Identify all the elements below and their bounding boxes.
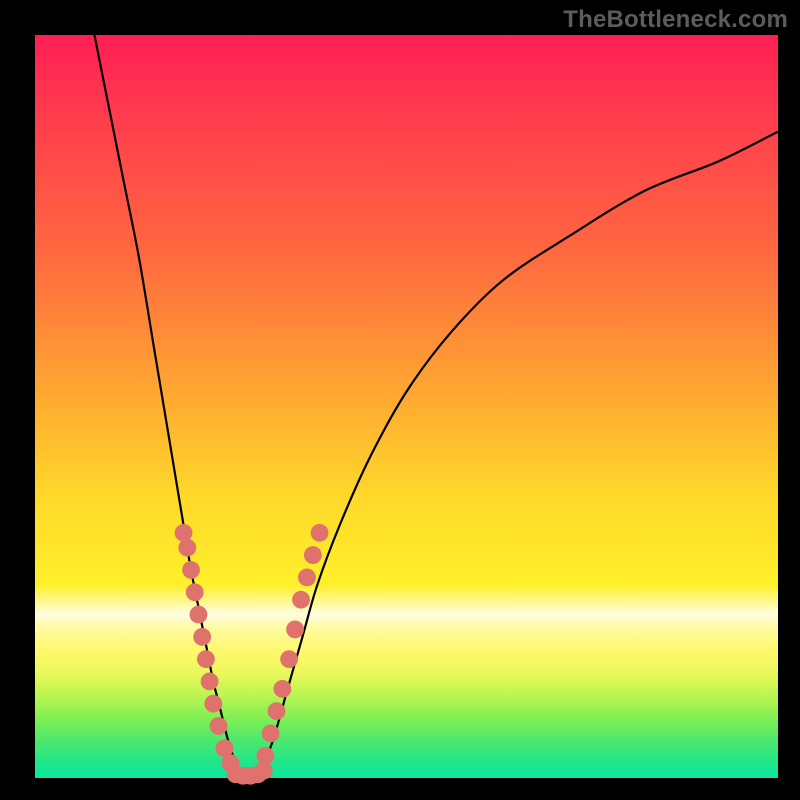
left-cluster-dot xyxy=(204,695,222,713)
left-cluster-dot xyxy=(182,561,200,579)
right-cluster-dot xyxy=(298,568,316,586)
right-cluster-dot xyxy=(304,546,322,564)
curve-layer xyxy=(94,35,778,778)
chart-svg xyxy=(35,35,778,778)
left-cluster-dot xyxy=(210,717,228,735)
left-cluster-dot xyxy=(197,650,215,668)
left-cluster-dot xyxy=(175,524,193,542)
right-cluster-dot xyxy=(286,620,304,638)
right-cluster-dot xyxy=(262,725,280,743)
right-cluster-dot xyxy=(268,702,286,720)
left-cluster-dot xyxy=(193,628,211,646)
right-curve xyxy=(258,132,778,778)
right-cluster-dot xyxy=(274,680,292,698)
dot-layer xyxy=(175,524,329,785)
left-cluster-dot xyxy=(190,606,208,624)
plot-area xyxy=(35,35,778,778)
right-cluster-dot xyxy=(292,591,310,609)
valley-floor-dot xyxy=(255,762,273,780)
watermark-text: TheBottleneck.com xyxy=(563,6,788,34)
left-cluster-dot xyxy=(178,539,196,557)
right-cluster-dot xyxy=(280,650,298,668)
left-cluster-dot xyxy=(186,583,204,601)
left-curve xyxy=(94,35,243,778)
right-cluster-dot xyxy=(311,524,329,542)
left-cluster-dot xyxy=(201,672,219,690)
